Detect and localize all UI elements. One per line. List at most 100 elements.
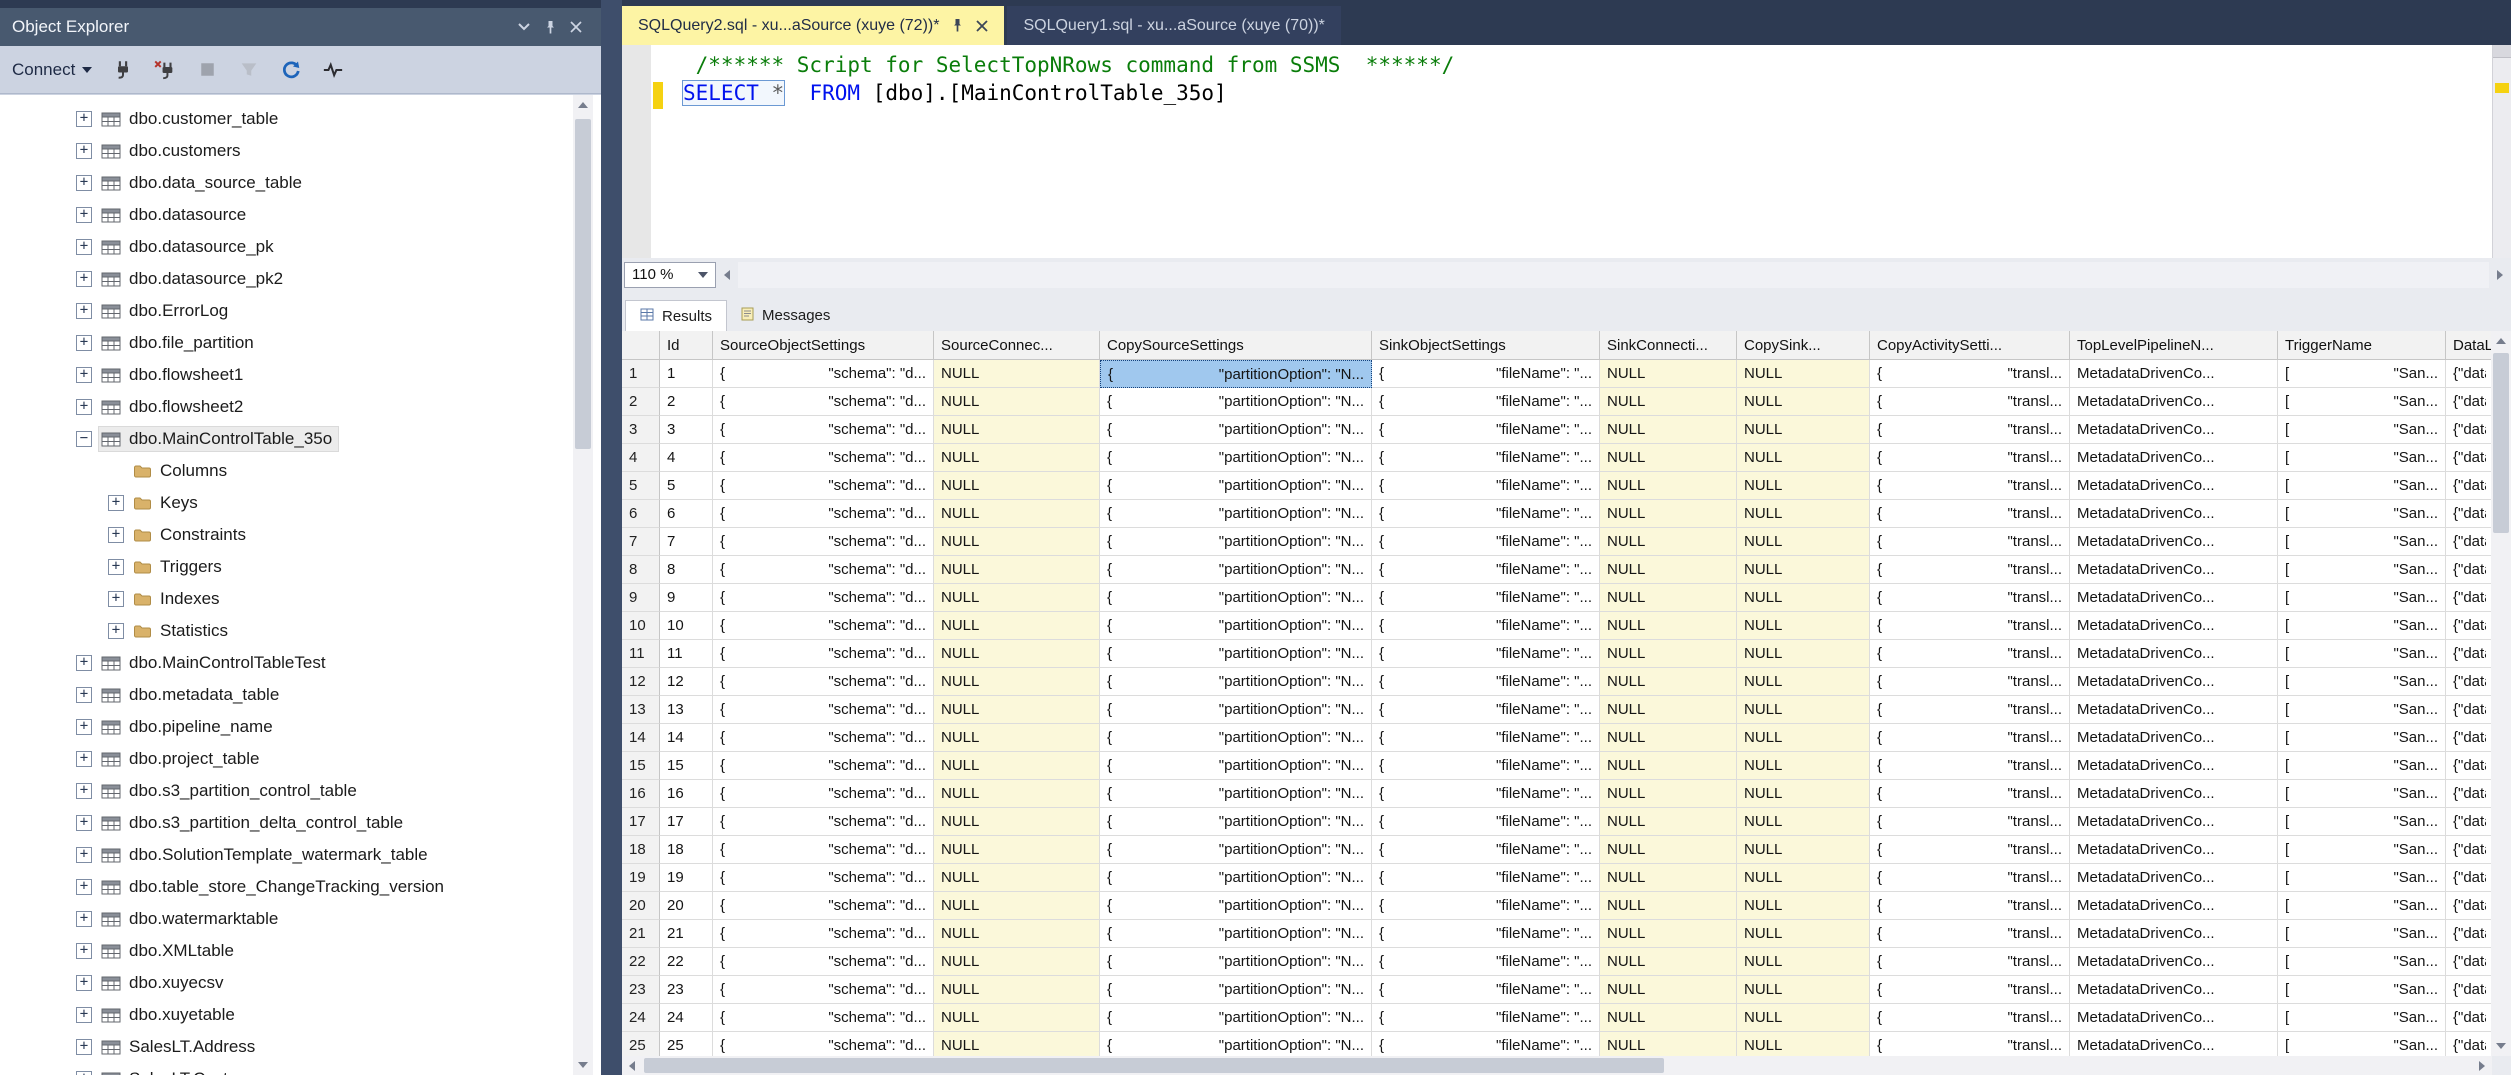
grid-cell-DataLoadingB[interactable]: {"data [2446, 556, 2492, 584]
grid-cell-SinkObjectSettings[interactable]: {"fileName": "... [1372, 584, 1600, 612]
grid-cell-CopySink[interactable]: NULL [1737, 808, 1870, 836]
grid-cell-CopySourceSettings[interactable]: {"partitionOption": "N... [1100, 836, 1372, 864]
grid-cell-SourceConnec[interactable]: NULL [934, 752, 1100, 780]
grid-cell-DataLoadingB[interactable]: {"data [2446, 612, 2492, 640]
expander-icon[interactable]: + [108, 527, 124, 543]
grid-cell-CopySink[interactable]: NULL [1737, 836, 1870, 864]
grid-cell-CopyActivitySetti[interactable]: {"transl... [1870, 584, 2070, 612]
tree-item-keys[interactable]: +Keys [0, 487, 601, 519]
document-tab-1[interactable]: SQLQuery2.sql - xu...aSource (xuye (72))… [622, 6, 1004, 45]
grid-cell-CopyActivitySetti[interactable]: {"transl... [1870, 836, 2070, 864]
grid-column-header-SinkObjectSettings[interactable]: SinkObjectSettings [1372, 331, 1600, 359]
grid-cell-CopySourceSettings[interactable]: {"partitionOption": "N... [1100, 780, 1372, 808]
expander-icon[interactable]: + [76, 143, 92, 159]
tree-item-dbo-datasource-pk[interactable]: +dbo.datasource_pk [0, 231, 601, 263]
grid-cell-SinkConnecti[interactable]: NULL [1600, 696, 1737, 724]
grid-cell-CopySourceSettings[interactable]: {"partitionOption": "N... [1100, 640, 1372, 668]
grid-cell-CopySourceSettings[interactable]: {"partitionOption": "N... [1100, 388, 1372, 416]
grid-cell-CopySink[interactable]: NULL [1737, 472, 1870, 500]
grid-cell-TopLevelPipelineN[interactable]: MetadataDrivenCo... [2070, 976, 2278, 1004]
grid-cell-SourceConnec[interactable]: NULL [934, 500, 1100, 528]
grid-cell-TriggerName[interactable]: ["San... [2278, 388, 2446, 416]
grid-cell-CopyActivitySetti[interactable]: {"transl... [1870, 976, 2070, 1004]
scrollbar-thumb[interactable] [2493, 353, 2509, 533]
grid-cell-SourceConnec[interactable]: NULL [934, 724, 1100, 752]
tree-item-statistics[interactable]: +Statistics [0, 615, 601, 647]
grid-cell-DataLoadingB[interactable]: {"data [2446, 864, 2492, 892]
grid-cell-Id[interactable]: 8 [660, 556, 713, 584]
grid-cell-SinkObjectSettings[interactable]: {"fileName": "... [1372, 780, 1600, 808]
row-number-cell[interactable]: 4 [622, 444, 660, 472]
grid-vertical-scrollbar[interactable] [2491, 331, 2511, 1056]
row-number-cell[interactable]: 19 [622, 864, 660, 892]
grid-cell-DataLoadingB[interactable]: {"data [2446, 1032, 2492, 1056]
grid-cell-TriggerName[interactable]: ["San... [2278, 500, 2446, 528]
grid-cell-TriggerName[interactable]: ["San... [2278, 948, 2446, 976]
grid-cell-TopLevelPipelineN[interactable]: MetadataDrivenCo... [2070, 360, 2278, 388]
grid-cell-DataLoadingB[interactable]: {"data [2446, 528, 2492, 556]
grid-column-header-SourceConnec[interactable]: SourceConnec... [934, 331, 1100, 359]
grid-cell-SourceObjectSettings[interactable]: {"schema": "d... [713, 472, 934, 500]
expander-icon[interactable]: + [76, 975, 92, 991]
grid-cell-SourceObjectSettings[interactable]: {"schema": "d... [713, 808, 934, 836]
grid-cell-CopySink[interactable]: NULL [1737, 388, 1870, 416]
grid-cell-DataLoadingB[interactable]: {"data [2446, 1004, 2492, 1032]
grid-cell-SinkObjectSettings[interactable]: {"fileName": "... [1372, 808, 1600, 836]
expander-icon[interactable]: + [76, 207, 92, 223]
expander-icon[interactable]: + [76, 303, 92, 319]
tree-item-dbo-maincontroltabletest[interactable]: +dbo.MainControlTableTest [0, 647, 601, 679]
grid-cell-CopyActivitySetti[interactable]: {"transl... [1870, 892, 2070, 920]
row-number-cell[interactable]: 17 [622, 808, 660, 836]
expander-icon[interactable]: + [76, 783, 92, 799]
grid-column-header-SourceObjectSettings[interactable]: SourceObjectSettings [713, 331, 934, 359]
grid-cell-SinkConnecti[interactable]: NULL [1600, 612, 1737, 640]
grid-column-header-TopLevelPipelineN[interactable]: TopLevelPipelineN... [2070, 331, 2278, 359]
grid-cell-CopySink[interactable]: NULL [1737, 1004, 1870, 1032]
grid-cell-SinkObjectSettings[interactable]: {"fileName": "... [1372, 556, 1600, 584]
grid-cell-CopyActivitySetti[interactable]: {"transl... [1870, 528, 2070, 556]
editor-scroll-left-button[interactable] [716, 262, 738, 288]
grid-cell-CopyActivitySetti[interactable]: {"transl... [1870, 444, 2070, 472]
grid-cell-CopyActivitySetti[interactable]: {"transl... [1870, 948, 2070, 976]
grid-cell-SourceObjectSettings[interactable]: {"schema": "d... [713, 360, 934, 388]
tab-pin-button[interactable] [951, 18, 964, 33]
grid-column-header-CopySourceSettings[interactable]: CopySourceSettings [1100, 331, 1372, 359]
results-tab-messages[interactable]: Messages [727, 300, 844, 331]
grid-cell-TopLevelPipelineN[interactable]: MetadataDrivenCo... [2070, 808, 2278, 836]
tree-item-dbo-solutiontemplate-watermark-table[interactable]: +dbo.SolutionTemplate_watermark_table [0, 839, 601, 871]
scroll-down-button[interactable] [573, 1055, 593, 1075]
grid-cell-CopyActivitySetti[interactable]: {"transl... [1870, 472, 2070, 500]
row-number-cell[interactable]: 2 [622, 388, 660, 416]
grid-cell-SourceObjectSettings[interactable]: {"schema": "d... [713, 528, 934, 556]
window-position-menu-button[interactable] [511, 14, 537, 40]
grid-cell-SourceConnec[interactable]: NULL [934, 416, 1100, 444]
grid-cell-CopySourceSettings[interactable]: {"partitionOption": "N... [1100, 948, 1372, 976]
scroll-left-button[interactable] [622, 1056, 642, 1075]
grid-cell-SourceConnec[interactable]: NULL [934, 584, 1100, 612]
grid-cell-CopySourceSettings[interactable]: {"partitionOption": "N... [1100, 360, 1372, 388]
grid-cell-CopySourceSettings[interactable]: {"partitionOption": "N... [1100, 500, 1372, 528]
grid-cell-CopySink[interactable]: NULL [1737, 360, 1870, 388]
document-tab-2[interactable]: SQLQuery1.sql - xu...aSource (xuye (70))… [1007, 6, 1340, 45]
expander-icon[interactable]: + [108, 495, 124, 511]
expander-icon[interactable]: + [76, 271, 92, 287]
grid-cell-SinkConnecti[interactable]: NULL [1600, 752, 1737, 780]
row-number-cell[interactable]: 24 [622, 1004, 660, 1032]
expander-icon[interactable]: + [76, 1007, 92, 1023]
row-number-cell[interactable]: 7 [622, 528, 660, 556]
grid-cell-CopyActivitySetti[interactable]: {"transl... [1870, 556, 2070, 584]
expander-icon[interactable]: + [76, 239, 92, 255]
grid-cell-Id[interactable]: 16 [660, 780, 713, 808]
tree-item-dbo-table-store-changetracking-version[interactable]: +dbo.table_store_ChangeTracking_version [0, 871, 601, 903]
grid-cell-CopyActivitySetti[interactable]: {"transl... [1870, 780, 2070, 808]
grid-cell-SinkObjectSettings[interactable]: {"fileName": "... [1372, 976, 1600, 1004]
grid-cell-SinkObjectSettings[interactable]: {"fileName": "... [1372, 360, 1600, 388]
tree-item-dbo-metadata-table[interactable]: +dbo.metadata_table [0, 679, 601, 711]
grid-cell-CopySink[interactable]: NULL [1737, 1032, 1870, 1056]
grid-cell-SourceConnec[interactable]: NULL [934, 892, 1100, 920]
grid-cell-CopySourceSettings[interactable]: {"partitionOption": "N... [1100, 696, 1372, 724]
grid-cell-SourceObjectSettings[interactable]: {"schema": "d... [713, 668, 934, 696]
grid-cell-SinkConnecti[interactable]: NULL [1600, 836, 1737, 864]
grid-cell-CopySink[interactable]: NULL [1737, 920, 1870, 948]
expander-icon[interactable]: + [76, 367, 92, 383]
